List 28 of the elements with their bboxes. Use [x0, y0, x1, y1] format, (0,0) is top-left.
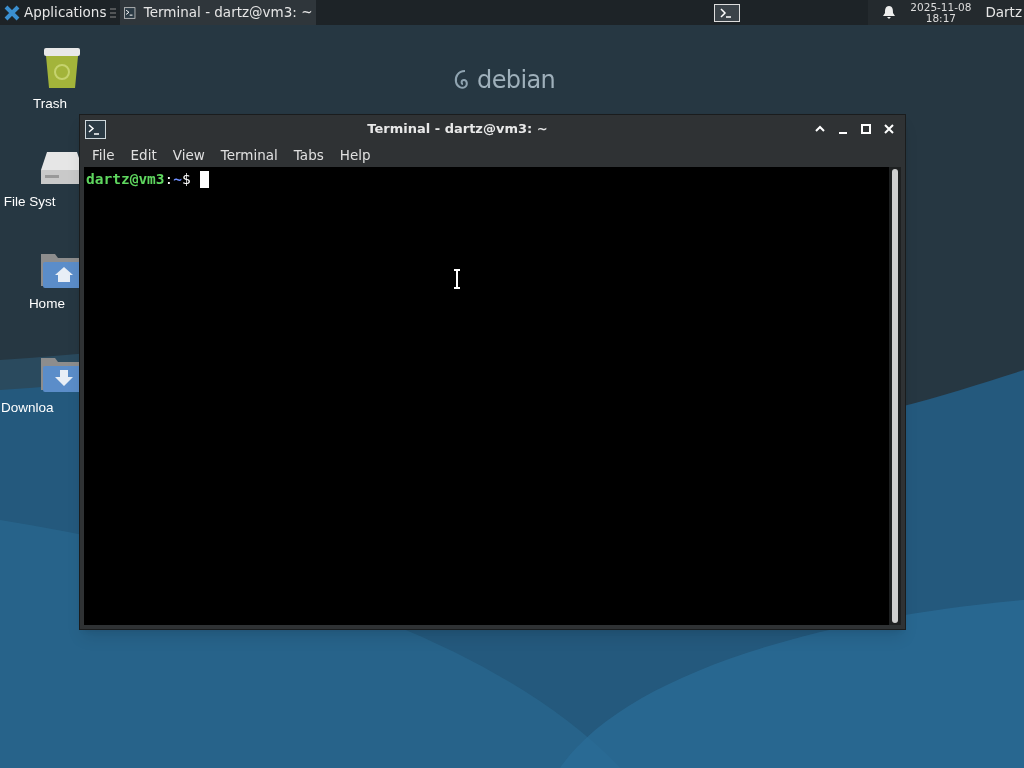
text-cursor [199, 171, 209, 189]
menu-logo-icon [4, 4, 20, 21]
desktop-icon-label[interactable]: File Syst [3, 192, 56, 213]
menu-item[interactable]: View [164, 144, 213, 166]
handle-icon [110, 6, 117, 19]
user-name[interactable]: Dartz [985, 2, 1024, 23]
menu-item[interactable]: File [84, 144, 123, 166]
scrollbar[interactable] [889, 167, 901, 625]
terminal-icon [124, 4, 136, 21]
shell-prompt: dartz@vm3:~$ [86, 170, 192, 189]
i-beam-pointer-icon [452, 269, 462, 289]
terminal-icon [714, 3, 741, 22]
terminal-icon [85, 119, 106, 139]
taskbar-button[interactable]: Terminal - dartz@vm3: ~ [120, 0, 317, 25]
menu-item[interactable]: Edit [122, 144, 165, 166]
applications-menu[interactable]: Applications [0, 0, 111, 25]
desktop-icon-label[interactable]: Downloa [1, 398, 54, 419]
close-button[interactable] [882, 122, 896, 136]
menu-item[interactable]: Help [331, 144, 379, 166]
menu-item[interactable]: Tabs [285, 144, 332, 166]
menu-item[interactable]: Terminal [212, 144, 286, 166]
window-title: Terminal - dartz@vm3: ~ [366, 120, 549, 139]
clock[interactable]: 2025-11-08 18:17 [910, 1, 972, 24]
desktop-icon-label[interactable]: Trash [33, 94, 68, 115]
desktop-icon-label[interactable]: Home [28, 294, 65, 315]
maximize-button[interactable] [859, 122, 873, 136]
logo-text: debian [477, 65, 556, 96]
bell-icon[interactable] [882, 5, 897, 20]
